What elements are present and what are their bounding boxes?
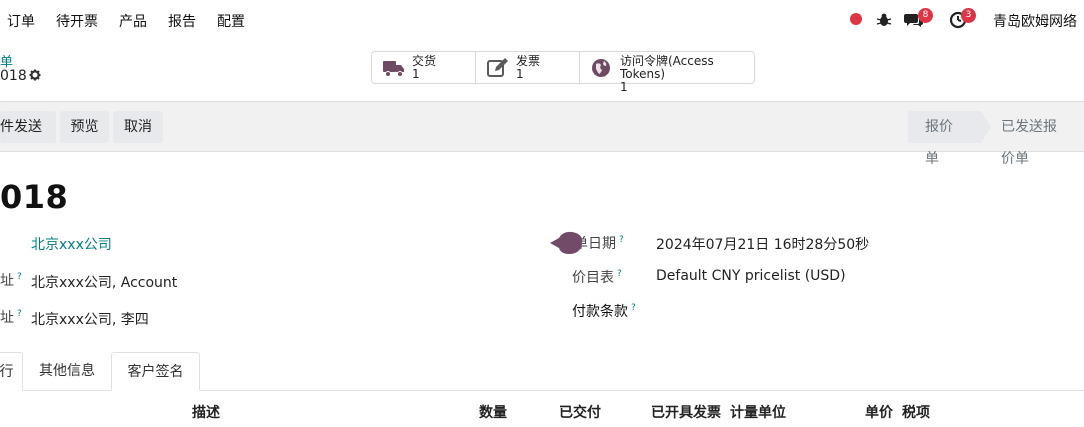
delivery-address-field[interactable]: 北京xxx公司, 李四 [31,309,149,329]
globe-icon [590,56,614,80]
help-tooltip-icon[interactable]: ? [17,272,22,282]
status-quotation[interactable]: 报价单 [908,111,981,167]
status-dot-icon[interactable] [850,13,862,25]
status-arrow-separator [981,111,991,143]
invoices-smart-button[interactable]: 发票 1 [476,52,580,83]
access-tokens-count: 1 [620,80,628,94]
truck-icon [382,56,406,80]
status-quotation-sent[interactable]: 已发送报价单 [981,111,1084,167]
send-by-email-button[interactable]: 件发送 [0,111,56,143]
preview-button[interactable]: 预览 [60,111,109,143]
menu-item-to-invoice[interactable]: 待开票 [56,11,98,31]
help-tooltip-icon[interactable]: ? [631,303,636,313]
menu-item-products[interactable]: 产品 [119,11,147,31]
notebook-tabs: 行 其他信息 客户签名 [0,352,1084,391]
smart-buttons: 交货 1 发票 1 访问令牌(Access Tokens) 1 [371,51,755,94]
column-header-delivered[interactable]: 已交付 [559,402,601,422]
customer-field[interactable]: 北京xxx公司 [31,234,112,254]
control-panel: 件发送 预览 取消 报价单 已发送报价单 [0,101,1084,167]
invoice-edit-icon [486,56,510,80]
pointer-blob-icon [550,231,584,255]
delivery-count: 1 [412,67,420,81]
column-header-invoiced[interactable]: 已开具发票 [651,402,721,422]
order-date-field[interactable]: 2024年07月21日 16时28分50秒 [656,234,869,254]
bug-icon[interactable] [875,10,895,30]
company-switcher[interactable]: 青岛欧姆网络 [993,11,1077,31]
payment-terms-label-text: 付款条款 [572,304,628,320]
access-tokens-smart-button[interactable]: 访问令牌(Access Tokens) 1 [580,52,754,94]
delivery-smart-button[interactable]: 交货 1 [372,52,476,83]
tab-customer-signature[interactable]: 客户签名 [111,352,200,391]
menu-item-configuration[interactable]: 配置 [217,11,245,31]
invoice-address-label-text: 址 [0,273,14,289]
invoice-address-label: 址? [0,270,22,290]
column-header-unit-price[interactable]: 单价 [865,402,893,422]
delivery-address-label: 址? [0,307,22,327]
main-menu: 订单 待开票 产品 报告 配置 [7,11,245,31]
access-tokens-label: 访问令牌(Access Tokens) [620,54,714,81]
activities-badge: 3 [961,8,976,23]
top-navbar: 订单 待开票 产品 报告 配置 8 3 青岛欧姆网络 [0,0,1084,40]
column-header-uom[interactable]: 计量单位 [730,402,786,422]
status-bar: 报价单 已发送报价单 [908,111,1084,167]
help-tooltip-icon[interactable]: ? [619,235,624,245]
order-title: 018 [0,178,69,216]
help-tooltip-icon[interactable]: ? [617,269,622,279]
messages-badge: 8 [918,8,933,23]
cancel-button[interactable]: 取消 [113,111,163,143]
menu-item-orders[interactable]: 订单 [7,11,35,31]
column-header-taxes[interactable]: 税项 [902,402,930,422]
payment-terms-label: 付款条款? [572,301,636,321]
gear-icon[interactable] [29,69,41,81]
pricelist-label: 价目表? [572,267,622,287]
column-header-quantity[interactable]: 数量 [479,402,507,422]
tab-order-lines[interactable]: 行 [0,352,23,391]
pricelist-field[interactable]: Default CNY pricelist (USD) [656,268,846,284]
help-tooltip-icon[interactable]: ? [17,309,22,319]
delivery-address-label-text: 址 [0,310,14,326]
breadcrumb-current: 018 [0,68,27,84]
tab-other-info[interactable]: 其他信息 [23,352,111,391]
invoice-address-field[interactable]: 北京xxx公司, Account [31,272,177,292]
invoices-count: 1 [516,67,524,81]
menu-item-reporting[interactable]: 报告 [168,11,196,31]
pricelist-label-text: 价目表 [572,270,614,286]
column-header-description[interactable]: 描述 [192,402,220,422]
